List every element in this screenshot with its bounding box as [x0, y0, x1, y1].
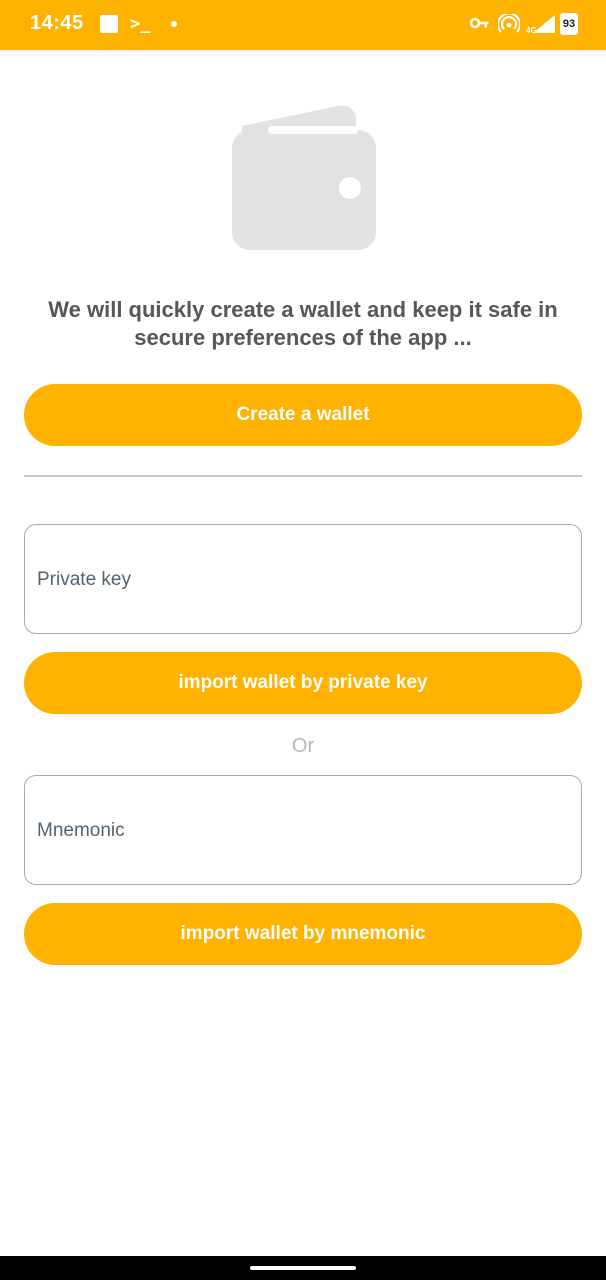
import-private-key-button[interactable]: import wallet by private key	[24, 652, 582, 714]
battery-icon: 93	[560, 13, 578, 35]
home-gesture-handle[interactable]	[250, 1266, 356, 1270]
private-key-input[interactable]	[35, 525, 569, 634]
mnemonic-field[interactable]	[24, 775, 582, 885]
intro-message: We will quickly create a wallet and keep…	[48, 297, 558, 350]
divider	[24, 475, 582, 477]
dot-icon	[171, 21, 177, 27]
import-mnemonic-button[interactable]: import wallet by mnemonic	[24, 903, 582, 965]
create-wallet-button[interactable]: Create a wallet	[24, 384, 582, 446]
vpn-key-icon	[470, 17, 489, 29]
notification-square-icon	[100, 15, 118, 33]
terminal-icon: >_	[130, 14, 151, 34]
wallet-icon	[232, 105, 376, 250]
mnemonic-input[interactable]	[35, 776, 569, 885]
hotspot-icon	[498, 14, 520, 33]
status-time: 14:45	[30, 12, 84, 34]
private-key-field[interactable]	[24, 524, 582, 634]
or-separator: Or	[291, 735, 315, 757]
status-bar: 14:45 >_ 4G 93	[0, 0, 606, 50]
navigation-bar	[0, 1256, 606, 1280]
svg-text:4G: 4G	[526, 26, 537, 35]
signal-4g-icon: 4G	[526, 15, 555, 35]
